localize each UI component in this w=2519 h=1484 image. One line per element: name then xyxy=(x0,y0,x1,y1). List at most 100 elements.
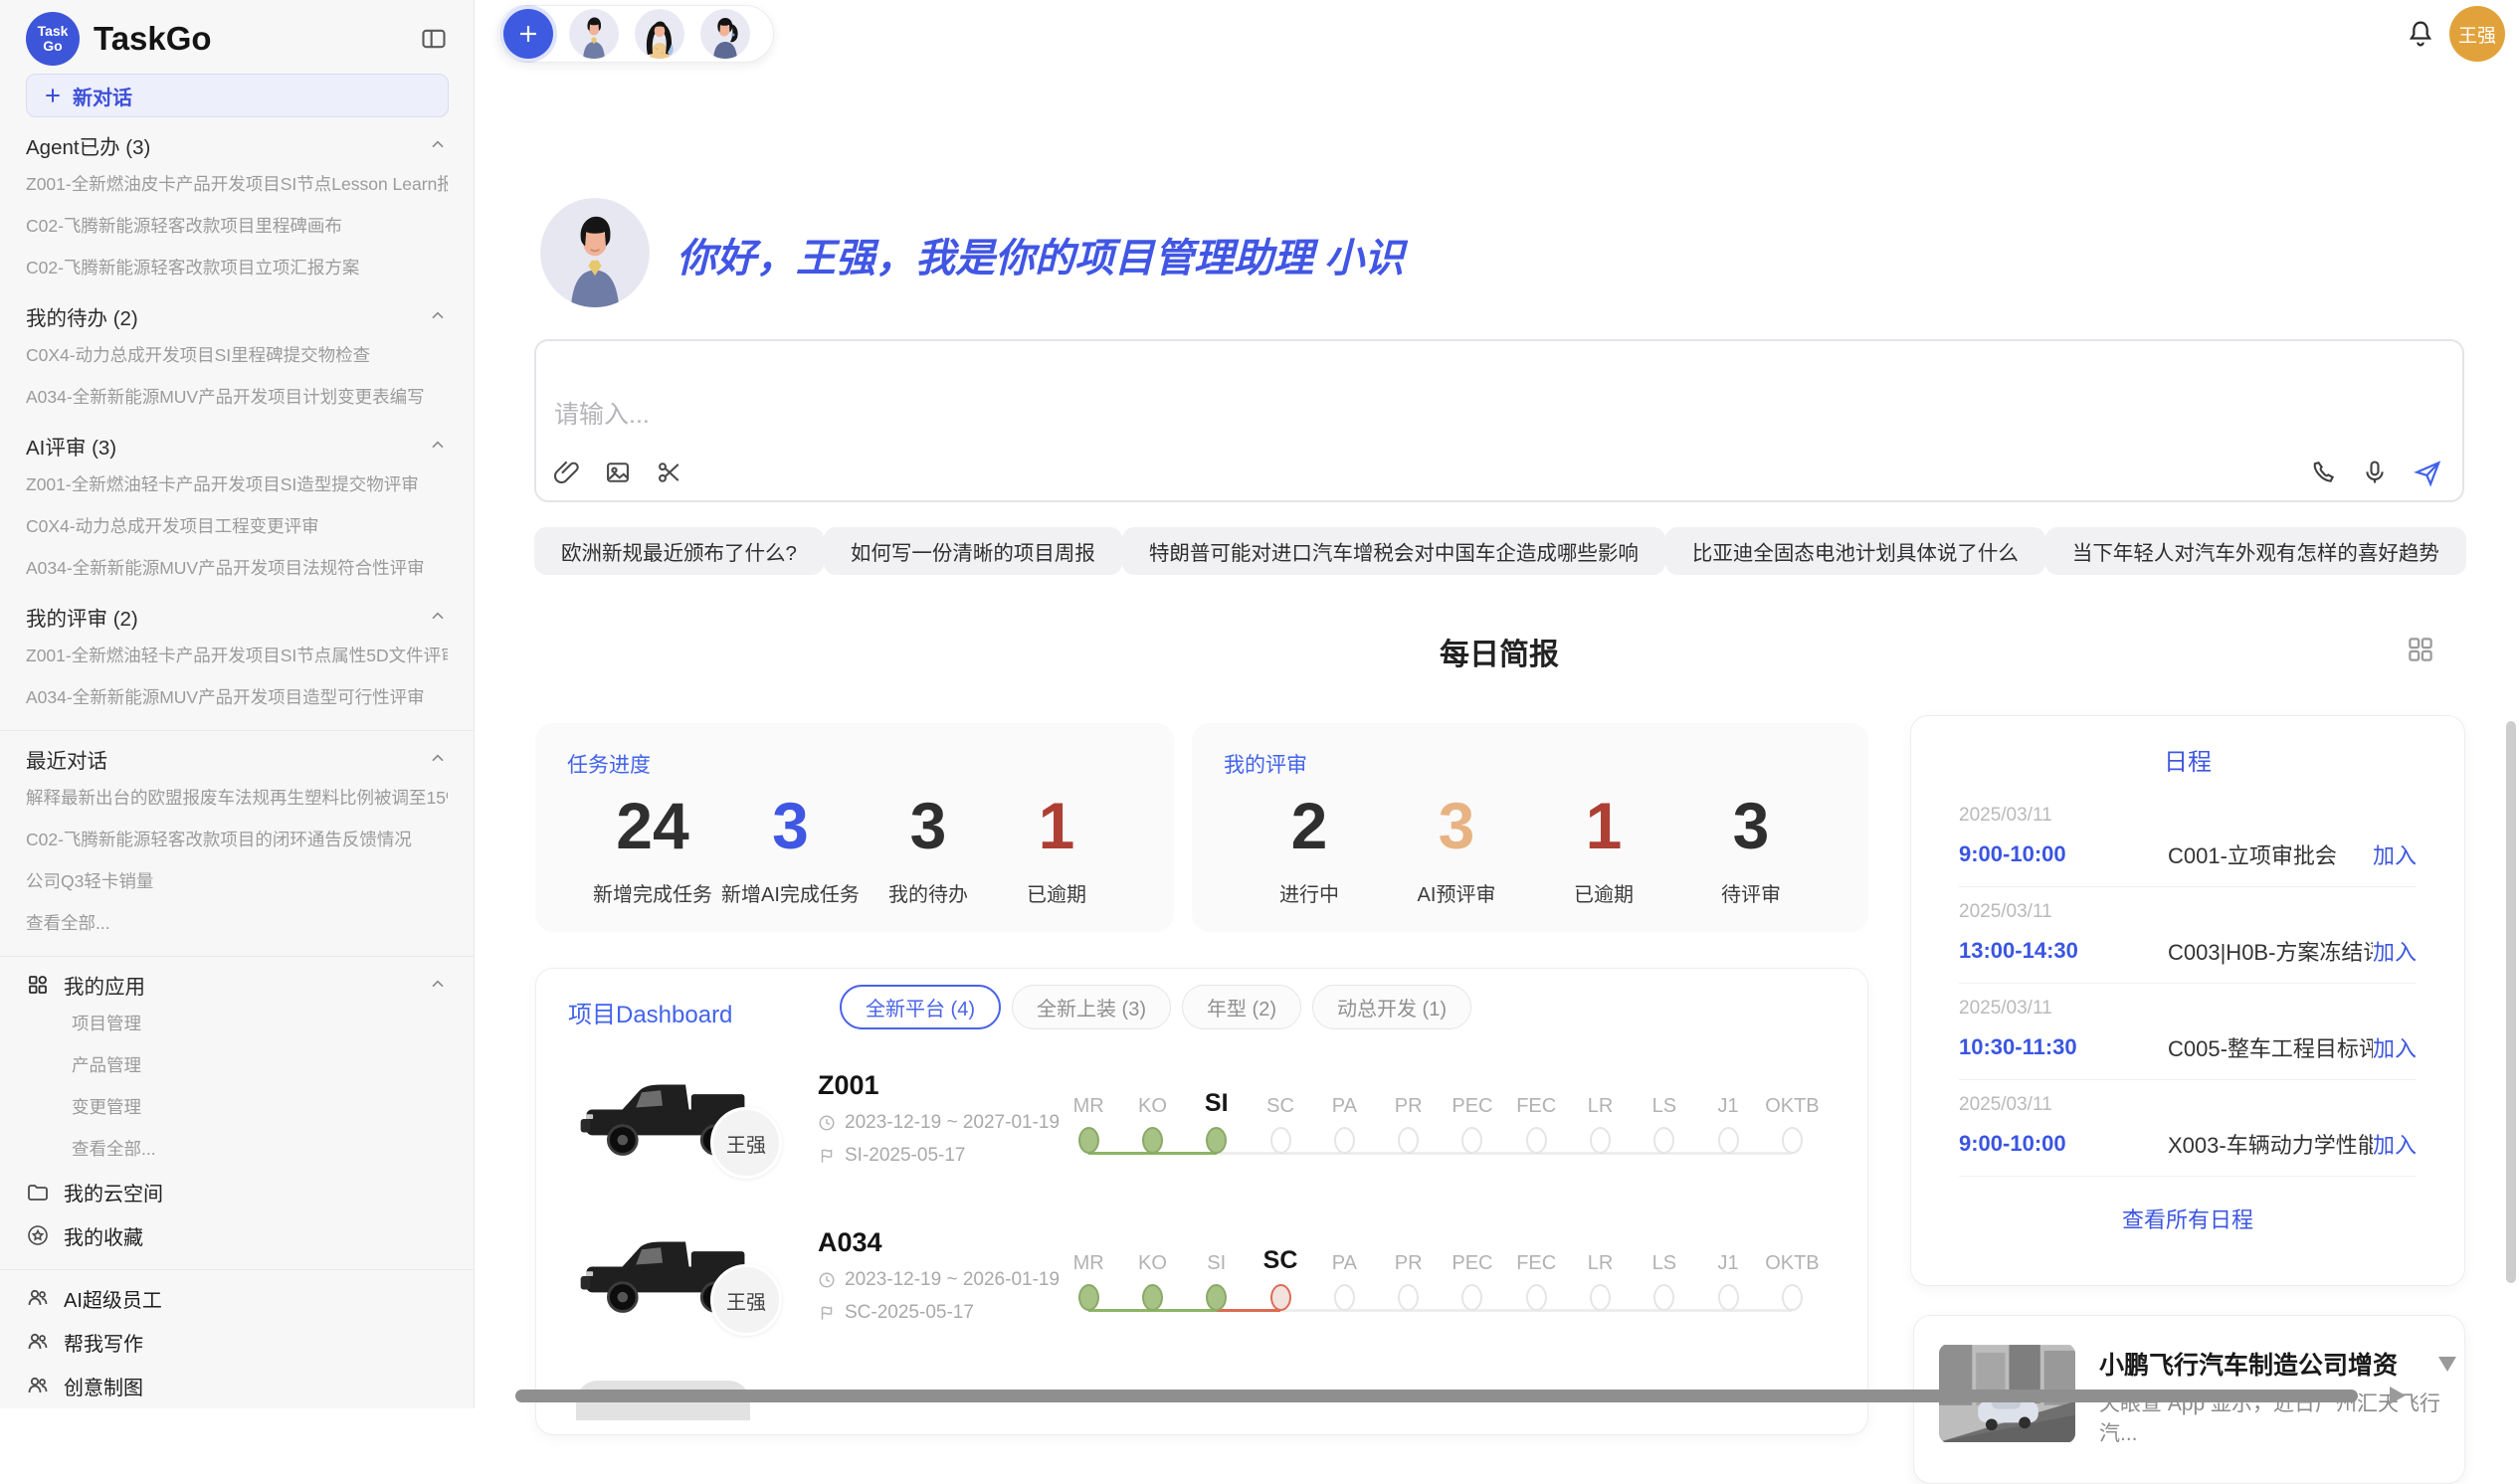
chevron-up-icon[interactable] xyxy=(428,749,448,769)
milestone-mr[interactable]: MR xyxy=(1057,1058,1120,1215)
sidebar-task-item[interactable]: Z001-全新燃油轻卡产品开发项目SI节点属性5D文件评审 xyxy=(26,635,448,676)
milestone-ko[interactable]: KO xyxy=(1120,1215,1184,1373)
agent-avatar[interactable] xyxy=(635,9,684,59)
apps-view-all[interactable]: 查看全部... xyxy=(26,1128,448,1170)
scroll-right-arrow-icon[interactable] xyxy=(2390,1387,2406,1404)
suggestion-chip[interactable]: 欧洲新规最近颁布了什么? xyxy=(534,527,824,575)
dashboard-tab[interactable]: 年型 (2) xyxy=(1182,985,1301,1029)
milestone-fec[interactable]: FEC xyxy=(1504,1058,1568,1215)
milestone-pa[interactable]: PA xyxy=(1312,1215,1376,1373)
milestone-pr[interactable]: PR xyxy=(1376,1215,1440,1373)
sidebar-task-item[interactable]: Z001-全新燃油轻卡产品开发项目SI造型提交物评审 xyxy=(26,464,448,505)
milestone-si[interactable]: SI xyxy=(1185,1215,1249,1373)
recent-chat-item[interactable]: 公司Q3轻卡销量 xyxy=(26,860,448,902)
recent-view-all[interactable]: 查看全部... xyxy=(26,902,448,944)
dashboard-tab[interactable]: 全新上装 (3) xyxy=(1012,985,1171,1029)
mic-icon[interactable] xyxy=(2361,459,2391,488)
join-link[interactable]: 加入 xyxy=(2373,935,2417,967)
sidebar-item-cloud-space[interactable]: 我的云空间 xyxy=(26,1170,448,1213)
sidebar-tool-item[interactable]: AI超级员工 xyxy=(26,1276,448,1320)
schedule-item: 2025/03/11 13:00-14:30 C003|H0B-方案冻结评审 加… xyxy=(1959,887,2417,984)
phone-icon[interactable] xyxy=(2309,459,2339,488)
milestone-pec[interactable]: PEC xyxy=(1441,1058,1504,1215)
milestone-fec[interactable]: FEC xyxy=(1504,1215,1568,1373)
chat-input[interactable] xyxy=(554,401,2146,430)
sidebar-task-item[interactable]: C02-飞腾新能源轻客改款项目里程碑画布 xyxy=(26,205,448,247)
milestone-si[interactable]: SI xyxy=(1185,1058,1249,1215)
milestone-ls[interactable]: LS xyxy=(1633,1058,1696,1215)
join-link[interactable]: 加入 xyxy=(2373,838,2417,870)
flag-icon xyxy=(818,1304,836,1322)
suggestion-chip[interactable]: 如何写一份清晰的项目周报 xyxy=(824,527,1122,575)
milestone-lr[interactable]: LR xyxy=(1568,1058,1632,1215)
sidebar-collapse-icon[interactable] xyxy=(420,25,448,53)
project-row[interactable]: 王强A034 2023-12-19 ~ 2026-01-19 SC-2025-0… xyxy=(536,1215,1867,1373)
app-item[interactable]: 项目管理 xyxy=(26,1003,448,1044)
milestone-j1[interactable]: J1 xyxy=(1696,1215,1760,1373)
recent-chat-item[interactable]: 解释最新出台的欧盟报废车法规再生塑料比例被调至15%... xyxy=(26,777,448,819)
task-progress-card: 任务进度 24 新增完成任务 3 新增AI完成任务 3 我的待办 xyxy=(535,723,1174,932)
suggestion-chip[interactable]: 当下年轻人对汽车外观有怎样的喜好趋势 xyxy=(2045,527,2466,575)
dashboard-tabs: 全新平台 (4)全新上装 (3)年型 (2)动总开发 (1) xyxy=(840,985,1471,1029)
paper-plane-icon[interactable] xyxy=(2413,459,2442,488)
scissors-icon[interactable] xyxy=(656,459,685,488)
horizontal-scrollbar[interactable] xyxy=(515,1390,2358,1402)
milestone-ls[interactable]: LS xyxy=(1633,1215,1696,1373)
join-link[interactable]: 加入 xyxy=(2373,1128,2417,1160)
bell-icon[interactable] xyxy=(2405,18,2436,50)
view-all-schedule-link[interactable]: 查看所有日程 xyxy=(1911,1203,2464,1234)
add-agent-button[interactable] xyxy=(503,9,553,59)
milestone-oktb[interactable]: OKTB xyxy=(1760,1215,1824,1373)
sidebar-task-item[interactable]: A034-全新新能源MUV产品开发项目造型可行性评审 xyxy=(26,676,448,718)
agent-avatar[interactable] xyxy=(700,9,750,59)
chevron-up-icon[interactable] xyxy=(428,436,448,456)
chevron-up-icon[interactable] xyxy=(428,306,448,326)
sidebar-tool-item[interactable]: 创意制图 xyxy=(26,1364,448,1407)
milestone-mr[interactable]: MR xyxy=(1057,1215,1120,1373)
scroll-down-arrow-icon[interactable] xyxy=(2438,1357,2456,1372)
milestone-j1[interactable]: J1 xyxy=(1696,1058,1760,1215)
suggestion-chip[interactable]: 比亚迪全固态电池计划具体说了什么 xyxy=(1665,527,2045,575)
section-my-todo: 我的待办 (2) xyxy=(26,298,448,334)
chevron-up-icon[interactable] xyxy=(428,975,448,995)
paperclip-icon[interactable] xyxy=(552,459,582,488)
milestone-pa[interactable]: PA xyxy=(1312,1058,1376,1215)
sidebar-task-item[interactable]: C02-飞腾新能源轻客改款项目立项汇报方案 xyxy=(26,247,448,288)
clock-icon xyxy=(818,1114,836,1132)
sidebar-task-item[interactable]: Z001-全新燃油皮卡产品开发项目SI节点Lesson Learn报告 xyxy=(26,163,448,205)
milestone-oktb[interactable]: OKTB xyxy=(1760,1058,1824,1215)
sidebar-task-item[interactable]: A034-全新新能源MUV产品开发项目计划变更表编写 xyxy=(26,376,448,418)
app-item[interactable]: 产品管理 xyxy=(26,1044,448,1086)
agent-avatar[interactable] xyxy=(569,9,619,59)
tool-icon xyxy=(26,1374,50,1397)
grid-layout-icon[interactable] xyxy=(2406,635,2435,664)
milestone-pr[interactable]: PR xyxy=(1376,1058,1440,1215)
sidebar-item-favorites[interactable]: 我的收藏 xyxy=(26,1213,448,1257)
user-avatar[interactable]: 王强 xyxy=(2449,6,2505,62)
sidebar-task-item[interactable]: C0X4-动力总成开发项目工程变更评审 xyxy=(26,505,448,547)
chevron-up-icon[interactable] xyxy=(428,135,448,155)
new-chat-button[interactable]: 新对话 xyxy=(26,74,449,117)
recent-chat-item[interactable]: C02-飞腾新能源轻客改款项目的闭环通告反馈情况 xyxy=(26,819,448,860)
app-item[interactable]: 变更管理 xyxy=(26,1086,448,1128)
dashboard-tab[interactable]: 全新平台 (4) xyxy=(840,985,1001,1029)
suggestion-chip[interactable]: 特朗普可能对进口汽车增税会对中国车企造成哪些影响 xyxy=(1122,527,1665,575)
dashboard-tab[interactable]: 动总开发 (1) xyxy=(1312,985,1471,1029)
milestone-pec[interactable]: PEC xyxy=(1441,1215,1504,1373)
schedule-title: 日程 xyxy=(1911,742,2464,777)
schedule-date: 2025/03/11 xyxy=(1959,998,2417,1020)
milestone-ko[interactable]: KO xyxy=(1120,1058,1184,1215)
vertical-scrollbar[interactable] xyxy=(2506,721,2516,1283)
sidebar-task-item[interactable]: C0X4-动力总成开发项目SI里程碑提交物检查 xyxy=(26,334,448,376)
sidebar-task-item[interactable]: A034-全新新能源MUV产品开发项目法规符合性评审 xyxy=(26,547,448,589)
project-row[interactable]: 王强Z001 2023-12-19 ~ 2027-01-19 SI-2025-0… xyxy=(536,1058,1867,1215)
milestone-lr[interactable]: LR xyxy=(1568,1215,1632,1373)
image-icon[interactable] xyxy=(604,459,634,488)
join-link[interactable]: 加入 xyxy=(2373,1031,2417,1063)
stat-label: 已逾期 xyxy=(1027,878,1086,907)
milestone-sc[interactable]: SC xyxy=(1249,1215,1312,1373)
milestone-sc[interactable]: SC xyxy=(1249,1058,1312,1215)
sidebar-tool-item[interactable]: 帮我写作 xyxy=(26,1320,448,1364)
chevron-up-icon[interactable] xyxy=(428,607,448,627)
tool-icon xyxy=(26,1286,50,1310)
